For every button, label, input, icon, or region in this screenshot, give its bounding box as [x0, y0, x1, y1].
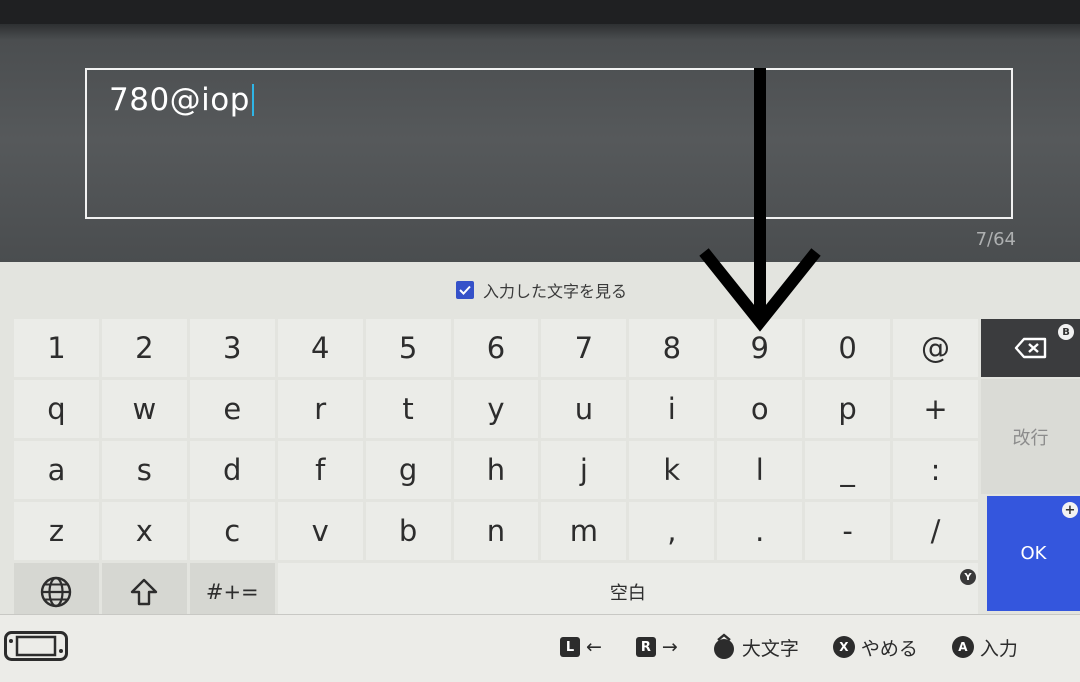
key-2-4[interactable]: g [365, 441, 451, 499]
key-3-8[interactable]: . [717, 502, 803, 560]
key-1-0[interactable]: q [14, 380, 99, 438]
show-typed-characters-label: 入力した文字を見る [483, 282, 628, 301]
key-0-1[interactable]: 2 [101, 319, 187, 377]
hint-label: → [661, 636, 678, 658]
screen-bezel [0, 0, 1080, 24]
key-1-5[interactable]: y [453, 380, 539, 438]
text-caret [251, 84, 254, 116]
key-2-8[interactable]: l [717, 441, 803, 499]
character-count: 7/64 [975, 229, 1016, 250]
hint-1: R → [635, 636, 678, 658]
space-key[interactable]: 空白 Y [277, 563, 978, 621]
hint-2: 大文字 [712, 633, 799, 661]
key-1-10[interactable]: + [893, 380, 978, 438]
key-2-1[interactable]: s [101, 441, 187, 499]
y-button-badge: Y [959, 569, 976, 585]
globe-icon [41, 576, 72, 608]
key-1-4[interactable]: t [365, 380, 451, 438]
shift-key[interactable] [101, 563, 187, 621]
ok-key-label: OK [1020, 543, 1047, 564]
hint-label: 入力 [979, 637, 1018, 660]
newline-key[interactable]: 改行 [981, 379, 1080, 494]
key-grid: 1 2 3 4 5 6 7 8 9 0 @ q w e r t y u i o p + a s d f g h j k l _: z x c v b n m… [14, 319, 978, 621]
key-1-9[interactable]: p [805, 380, 891, 438]
key-0-10[interactable]: @ [893, 319, 978, 377]
show-typed-characters-toggle[interactable]: 入力した文字を見る [456, 278, 627, 302]
text-input-box[interactable]: 780@iop [85, 68, 1013, 219]
key-1-2[interactable]: e [189, 380, 275, 438]
key-3-3[interactable]: v [277, 502, 363, 560]
key-3-1[interactable]: x [101, 502, 187, 560]
key-2-6[interactable]: j [541, 441, 627, 499]
hint-label: ← [586, 636, 602, 658]
key-0-4[interactable]: 5 [365, 319, 451, 377]
key-3-0[interactable]: z [14, 502, 99, 560]
stick-press-icon [713, 633, 734, 659]
space-key-label: 空白 [609, 583, 646, 604]
symbols-key[interactable]: #+= [189, 563, 275, 621]
hint-4: A 入力 [951, 634, 1018, 661]
key-0-2[interactable]: 3 [189, 319, 275, 377]
backspace-key[interactable]: B [981, 319, 1080, 377]
key-1-8[interactable]: o [717, 380, 803, 438]
key-3-4[interactable]: b [365, 502, 451, 560]
down-arrow-annotation-icon [699, 68, 821, 332]
hint-label: 大文字 [741, 637, 799, 660]
checkbox-checked-icon[interactable] [456, 281, 474, 299]
key-3-2[interactable]: c [189, 502, 275, 560]
key-3-10[interactable]: / [893, 502, 978, 560]
key-0-5[interactable]: 6 [453, 319, 539, 377]
key-2-10[interactable]: : [893, 441, 978, 499]
key-1-6[interactable]: u [541, 380, 627, 438]
software-keyboard: 入力した文字を見る 1 2 3 4 5 6 7 8 9 0 @ q w e r t y u i o p + a s d f g h j k… [0, 262, 1080, 621]
key-0-3[interactable]: 4 [277, 319, 363, 377]
input-area: 780@iop 7/64 [0, 0, 1080, 262]
key-0-0[interactable]: 1 [14, 319, 99, 377]
a-button-icon: A [951, 636, 974, 658]
key-1-3[interactable]: r [277, 380, 363, 438]
key-2-3[interactable]: f [277, 441, 363, 499]
key-0-6[interactable]: 7 [541, 319, 627, 377]
hint-3: X やめる [832, 634, 918, 661]
ok-key[interactable]: OK + [987, 496, 1080, 611]
key-3-6[interactable]: m [541, 502, 627, 560]
b-button-badge: B [1058, 324, 1074, 340]
key-2-0[interactable]: a [14, 441, 99, 499]
key-2-7[interactable]: k [629, 441, 715, 499]
key-3-7[interactable]: , [629, 502, 715, 560]
key-3-9[interactable]: - [805, 502, 891, 560]
l-button-icon: L [560, 637, 580, 657]
backspace-icon [1014, 337, 1046, 359]
text-input-value: 780@iop [109, 82, 254, 118]
shift-arrow-icon [131, 578, 158, 606]
key-1-7[interactable]: i [629, 380, 715, 438]
key-2-2[interactable]: d [189, 441, 275, 499]
key-3-5[interactable]: n [453, 502, 539, 560]
plus-button-badge: + [1062, 502, 1078, 518]
hint-list: L ← R → 大文字 X やめる A 入力 [560, 633, 1052, 661]
handheld-console-icon [4, 631, 68, 665]
key-1-1[interactable]: w [101, 380, 187, 438]
hint-label: やめる [860, 637, 918, 660]
hint-0: L ← [560, 636, 602, 658]
key-2-5[interactable]: h [453, 441, 539, 499]
x-button-icon: X [832, 636, 855, 658]
key-2-9[interactable]: _ [805, 441, 891, 499]
r-button-icon: R [635, 637, 656, 657]
button-hint-bar: L ← R → 大文字 X やめる A 入力 [0, 614, 1080, 682]
language-key[interactable] [14, 563, 99, 621]
